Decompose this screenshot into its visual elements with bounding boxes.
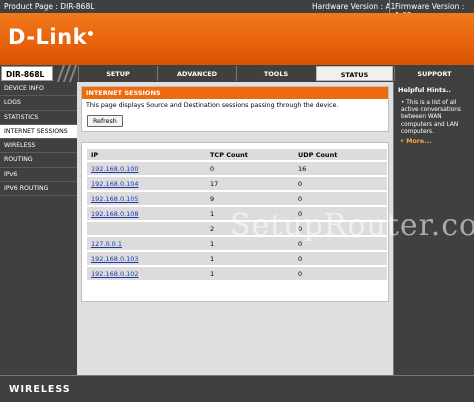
table-row: 192.168.0.105 9 0 xyxy=(87,192,387,205)
table-row: 192.168.0.103 1 0 xyxy=(87,252,387,265)
main-nav: DIR-868L SETUP ADVANCED TOOLS STATUS SUP… xyxy=(0,65,474,82)
ip-cell xyxy=(87,222,206,235)
ip-link[interactable]: 192.168.0.108 xyxy=(91,210,139,218)
ip-link[interactable]: 192.168.0.102 xyxy=(91,270,139,278)
table-row: 192.168.0.100 0 16 xyxy=(87,162,387,175)
ip-cell: 192.168.0.104 xyxy=(87,177,206,190)
top-info-bar: Product Page : DIR-868L Hardware Version… xyxy=(0,0,474,20)
sessions-table-panel: IP TCP Count UDP Count 192.168.0.100 0 1… xyxy=(81,142,389,302)
dlink-logo: D-Link xyxy=(8,25,94,49)
table-row: 127.0.0.1 1 0 xyxy=(87,237,387,250)
tcp-cell: 2 xyxy=(206,222,294,235)
udp-cell: 0 xyxy=(294,267,387,280)
ip-cell: 192.168.0.100 xyxy=(87,162,206,175)
sidebar-item-device-info[interactable]: DEVICE INFO xyxy=(0,82,77,97)
sessions-intro-panel: INTERNET SESSIONS This page displays Sou… xyxy=(81,86,389,132)
footer-bar: WIRELESS xyxy=(0,375,474,402)
header-udp-count: UDP Count xyxy=(294,149,387,160)
sidebar-item-internet-sessions[interactable]: INTERNET SESSIONS xyxy=(0,124,77,140)
ip-cell: 192.168.0.103 xyxy=(87,252,206,265)
sidebar-item-wireless[interactable]: WIRELESS xyxy=(0,139,77,154)
tab-tools[interactable]: TOOLS xyxy=(236,66,315,81)
model-label: DIR-868L xyxy=(1,66,53,81)
udp-cell: 16 xyxy=(294,162,387,175)
table-header-row: IP TCP Count UDP Count xyxy=(87,149,387,160)
product-page-label: Product Page : DIR-868L xyxy=(4,2,95,11)
tcp-cell: 17 xyxy=(206,177,294,190)
table-row: 2 0 xyxy=(87,222,387,235)
sidebar-item-ipv6[interactable]: IPv6 xyxy=(0,168,77,183)
table-row: 192.168.0.104 17 0 xyxy=(87,177,387,190)
helpful-hints-panel: Helpful Hints.. • This is a list of all … xyxy=(393,82,474,375)
tcp-cell: 1 xyxy=(206,267,294,280)
ip-link[interactable]: 192.168.0.104 xyxy=(91,180,139,188)
header-ip: IP xyxy=(87,149,206,160)
tcp-cell: 1 xyxy=(206,252,294,265)
sidebar-item-logs[interactable]: LOGS xyxy=(0,96,77,111)
hardware-version-label: Hardware Version : A1 xyxy=(312,2,396,11)
hints-title: Helpful Hints.. xyxy=(398,86,451,94)
hints-text: This is a list of all active conversatio… xyxy=(401,100,461,135)
sidebar: DEVICE INFO LOGS STATISTICS INTERNET SES… xyxy=(0,82,77,375)
tab-support[interactable]: SUPPORT xyxy=(394,66,474,81)
tab-advanced[interactable]: ADVANCED xyxy=(157,66,236,81)
ip-cell: 127.0.0.1 xyxy=(87,237,206,250)
tcp-cell: 1 xyxy=(206,237,294,250)
ip-cell: 192.168.0.105 xyxy=(87,192,206,205)
sidebar-item-routing[interactable]: ROUTING xyxy=(0,153,77,168)
more-label[interactable]: More... xyxy=(406,138,431,145)
refresh-button[interactable]: Refresh xyxy=(87,115,123,127)
header-tcp-count: TCP Count xyxy=(206,149,294,160)
section-description: This page displays Source and Destinatio… xyxy=(86,102,339,109)
ip-link[interactable]: 127.0.0.1 xyxy=(91,240,122,248)
udp-cell: 0 xyxy=(294,222,387,235)
udp-cell: 0 xyxy=(294,237,387,250)
table-row: 192.168.0.102 1 0 xyxy=(87,267,387,280)
sidebar-item-statistics[interactable]: STATISTICS xyxy=(0,111,77,125)
udp-cell: 0 xyxy=(294,192,387,205)
tcp-cell: 9 xyxy=(206,192,294,205)
udp-cell: 0 xyxy=(294,207,387,220)
main-content: INTERNET SESSIONS This page displays Sou… xyxy=(77,82,393,375)
ip-cell: 192.168.0.108 xyxy=(87,207,206,220)
logo-text: D-Link xyxy=(8,25,88,49)
tab-status[interactable]: STATUS xyxy=(316,66,393,81)
sidebar-item-ipv6-routing[interactable]: IPV6 ROUTING xyxy=(0,182,77,197)
table-row: 192.168.0.108 1 0 xyxy=(87,207,387,220)
sessions-table: IP TCP Count UDP Count 192.168.0.100 0 1… xyxy=(87,147,387,282)
brand-banner: D-Link xyxy=(0,13,474,65)
logo-dot-icon xyxy=(88,31,94,36)
ip-cell: 192.168.0.102 xyxy=(87,267,206,280)
ip-link[interactable]: 192.168.0.105 xyxy=(91,195,139,203)
tcp-cell: 1 xyxy=(206,207,294,220)
hints-more-link[interactable]: • More... xyxy=(394,136,474,145)
ip-link[interactable]: 192.168.0.100 xyxy=(91,165,139,173)
section-title: INTERNET SESSIONS xyxy=(82,87,388,99)
tcp-cell: 0 xyxy=(206,162,294,175)
footer-wireless-label: WIRELESS xyxy=(9,384,71,395)
tab-setup[interactable]: SETUP xyxy=(78,66,157,81)
udp-cell: 0 xyxy=(294,252,387,265)
ip-link[interactable]: 192.168.0.103 xyxy=(91,255,139,263)
topbar-divider xyxy=(389,0,390,13)
udp-cell: 0 xyxy=(294,177,387,190)
hints-body: • This is a list of all active conversat… xyxy=(394,94,474,136)
